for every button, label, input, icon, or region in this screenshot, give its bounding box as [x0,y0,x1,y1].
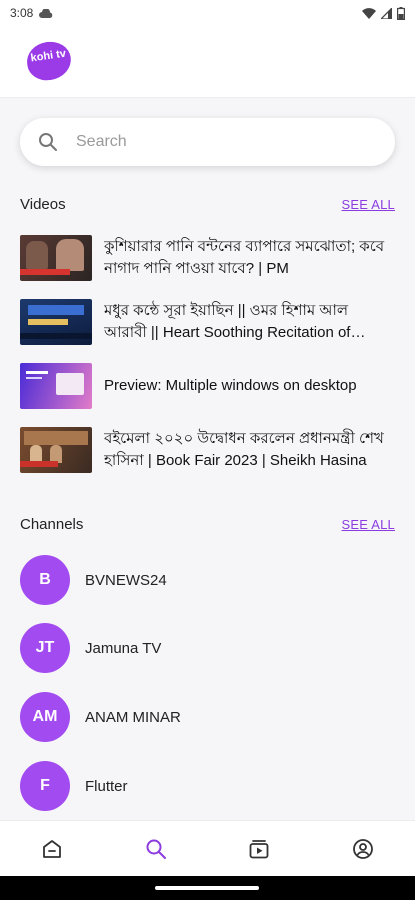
app-header: kohi tv [0,26,415,98]
videos-section-header: Videos SEE ALL [20,196,395,213]
system-gesture-bar [0,876,415,900]
video-thumbnail [20,299,92,345]
channel-name: Jamuna TV [85,639,162,657]
channel-name: ANAM MINAR [85,708,181,726]
profile-icon [353,838,374,859]
video-title: কুশিয়ারার পানি বন্টনের ব্যাপারে সমঝোতা;… [104,238,385,277]
channel-avatar: JT [20,623,70,673]
nav-search-button[interactable] [126,824,186,874]
search-bar[interactable] [20,118,395,166]
channel-name: BVNEWS24 [85,571,167,589]
cloud-icon [39,8,53,18]
search-input[interactable] [76,133,336,151]
search-icon [146,839,166,859]
video-item[interactable]: কুশিয়ারার পানি বন্টনের ব্যাপারে সমঝোতা;… [20,234,395,282]
nav-library-button[interactable] [229,824,289,874]
channel-name: Flutter [85,777,128,795]
status-bar: 3:08 [0,0,415,26]
channel-avatar: F [20,761,70,811]
bottom-navigation [0,820,415,876]
video-title: বইমেলা ২০২০ উদ্বোধন করলেন প্রধানমন্ত্রী … [104,430,384,469]
channel-item[interactable]: F Flutter [20,761,395,811]
home-gesture-handle[interactable] [155,886,259,890]
channel-avatar: AM [20,692,70,742]
videos-section-title: Videos [20,196,66,213]
video-title: মধুর কন্ঠে সূরা ইয়াছিন || ওমর হিশাম আল … [104,302,351,341]
battery-icon [397,6,405,20]
channel-item[interactable]: AM ANAM MINAR [20,692,395,742]
signal-icon [381,7,392,19]
video-item[interactable]: মধুর কন্ঠে সূরা ইয়াছিন || ওমর হিশাম আল … [20,298,395,346]
channel-item[interactable]: B BVNEWS24 [20,555,395,605]
channels-section-header: Channels SEE ALL [20,516,395,533]
app-logo[interactable]: kohi tv [24,39,74,83]
nav-home-button[interactable] [22,824,82,874]
nav-profile-button[interactable] [333,824,393,874]
video-thumbnail [20,427,92,473]
library-icon [249,839,269,858]
search-icon [39,133,57,151]
channels-section-title: Channels [20,516,84,533]
channel-item[interactable]: JT Jamuna TV [20,623,395,673]
status-time: 3:08 [10,6,34,20]
wifi-icon [362,7,376,19]
video-thumbnail [20,235,92,281]
home-icon [42,839,61,858]
video-title: Preview: Multiple windows on desktop [104,377,357,394]
videos-see-all-link[interactable]: SEE ALL [342,197,395,212]
video-thumbnail [20,363,92,409]
video-item[interactable]: Preview: Multiple windows on desktop [20,362,395,410]
channels-see-all-link[interactable]: SEE ALL [342,517,395,532]
video-item[interactable]: বইমেলা ২০২০ উদ্বোধন করলেন প্রধানমন্ত্রী … [20,426,395,474]
channel-avatar: B [20,555,70,605]
